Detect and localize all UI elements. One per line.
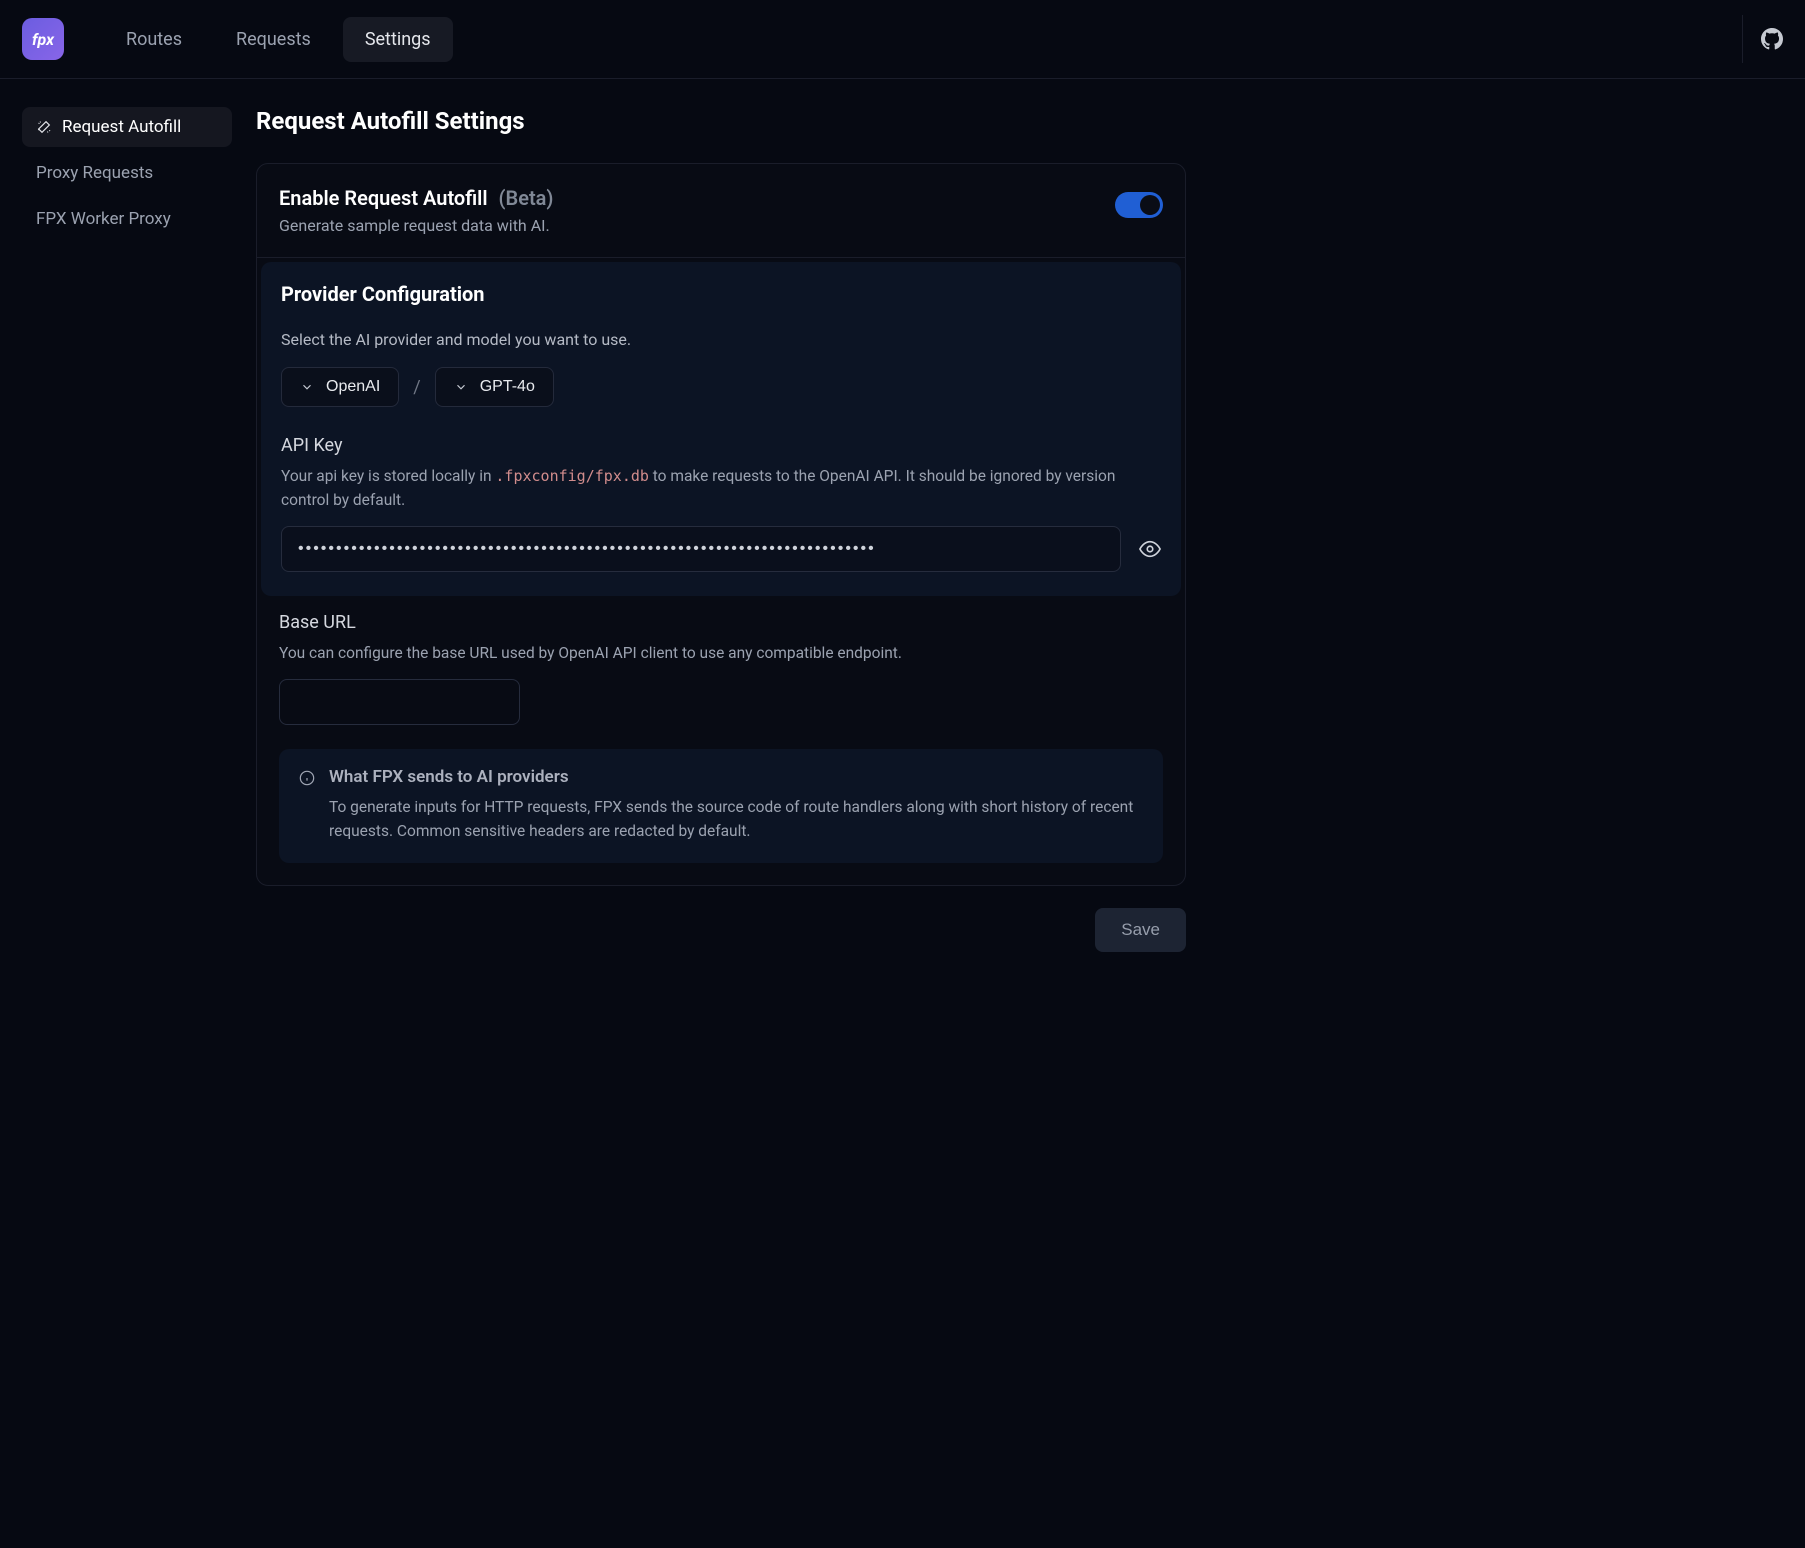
settings-sidebar: Request Autofill Proxy Requests FPX Work…	[22, 107, 232, 952]
nav-routes[interactable]: Routes	[104, 17, 204, 62]
nav-requests[interactable]: Requests	[214, 17, 333, 62]
sidebar-item-autofill[interactable]: Request Autofill	[22, 107, 232, 147]
divider	[1742, 15, 1743, 63]
baseurl-label: Base URL	[279, 612, 1163, 633]
enable-toggle[interactable]	[1115, 192, 1163, 218]
logo[interactable]: fpx	[22, 18, 64, 60]
enable-section: Enable Request Autofill (Beta) Generate …	[257, 164, 1185, 258]
model-select[interactable]: GPT-4o	[435, 367, 554, 407]
eye-icon[interactable]	[1139, 538, 1161, 560]
provider-sub: Select the AI provider and model you wan…	[281, 330, 1161, 349]
enable-title: Enable Request Autofill (Beta)	[279, 186, 553, 210]
apikey-label: API Key	[281, 435, 1161, 456]
nav-settings[interactable]: Settings	[343, 17, 453, 62]
config-path: .fpxconfig/fpx.db	[495, 467, 649, 485]
apikey-input[interactable]	[281, 526, 1121, 572]
provider-heading: Provider Configuration	[281, 282, 1161, 306]
sidebar-item-proxy[interactable]: Proxy Requests	[22, 153, 232, 193]
main-nav: Routes Requests Settings	[104, 17, 453, 62]
page-title: Request Autofill Settings	[256, 107, 1186, 135]
sidebar-item-label: FPX Worker Proxy	[36, 209, 171, 229]
baseurl-input[interactable]	[279, 679, 520, 725]
chevron-down-icon	[454, 380, 468, 394]
info-text: To generate inputs for HTTP requests, FP…	[329, 795, 1143, 843]
provider-select[interactable]: OpenAI	[281, 367, 399, 407]
settings-card: Enable Request Autofill (Beta) Generate …	[256, 163, 1186, 886]
beta-tag: (Beta)	[499, 186, 554, 210]
magic-wand-icon	[36, 119, 52, 135]
sidebar-item-label: Proxy Requests	[36, 163, 153, 183]
info-icon	[299, 770, 315, 786]
enable-subtitle: Generate sample request data with AI.	[279, 216, 553, 235]
baseurl-section: Base URL You can configure the base URL …	[257, 600, 1185, 749]
separator: /	[413, 377, 420, 398]
chevron-down-icon	[300, 380, 314, 394]
topbar: fpx Routes Requests Settings	[0, 0, 1805, 79]
provider-panel: Provider Configuration Select the AI pro…	[261, 262, 1181, 596]
apikey-help: Your api key is stored locally in .fpxco…	[281, 464, 1161, 512]
sidebar-item-label: Request Autofill	[62, 117, 181, 137]
info-box: What FPX sends to AI providers To genera…	[279, 749, 1163, 863]
provider-selectors: OpenAI / GPT-4o	[281, 367, 1161, 407]
save-button[interactable]: Save	[1095, 908, 1186, 952]
info-title: What FPX sends to AI providers	[329, 767, 1143, 787]
sidebar-item-worker[interactable]: FPX Worker Proxy	[22, 199, 232, 239]
main-content: Request Autofill Settings Enable Request…	[256, 107, 1186, 952]
baseurl-help: You can configure the base URL used by O…	[279, 641, 1163, 665]
github-icon[interactable]	[1761, 28, 1783, 50]
